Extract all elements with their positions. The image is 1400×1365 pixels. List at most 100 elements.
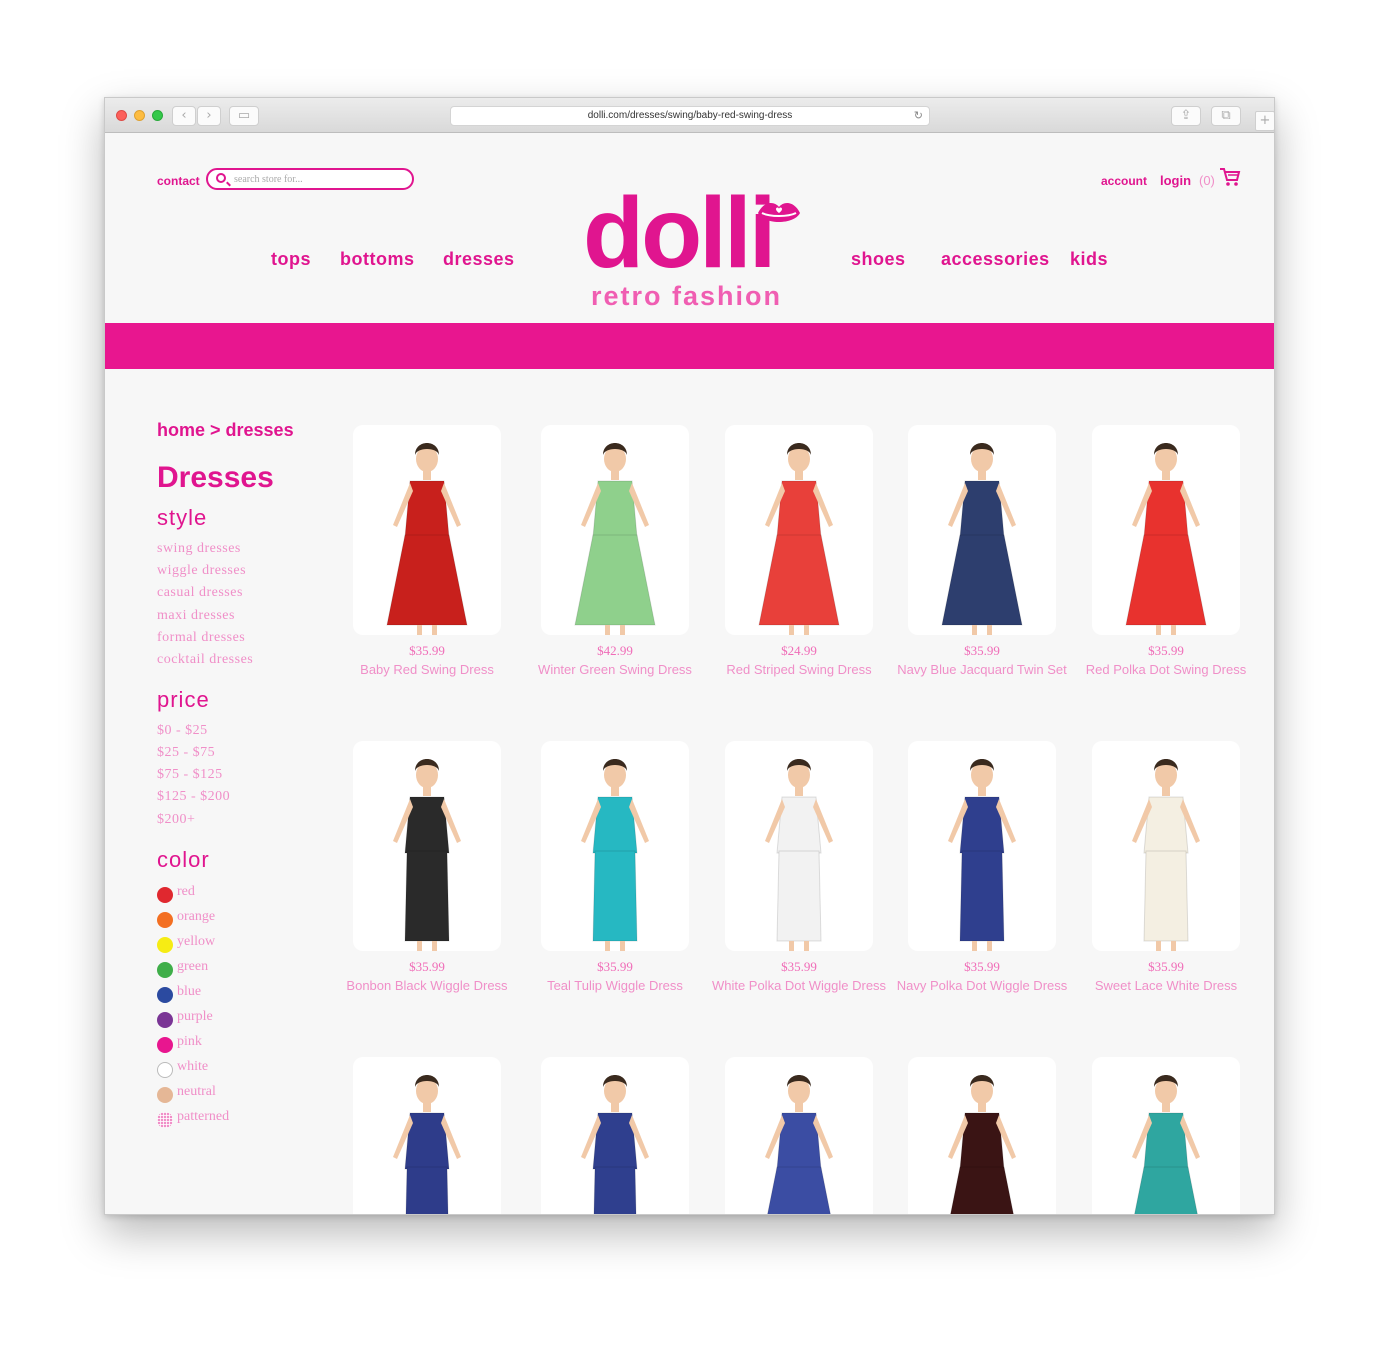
- color-swatch: [157, 1087, 173, 1103]
- close-window-button[interactable]: [116, 110, 127, 121]
- color-filter-label: neutral: [177, 1084, 216, 1099]
- product-price: $35.99: [964, 643, 1000, 658]
- product-name[interactable]: Bonbon Black Wiggle Dress: [333, 977, 521, 995]
- product-image[interactable]: [541, 741, 689, 951]
- product-image[interactable]: [908, 425, 1056, 635]
- product-name[interactable]: Red Polka Dot Swing Dress: [1072, 661, 1260, 679]
- color-swatch: [157, 912, 173, 928]
- price-heading: price: [157, 687, 210, 712]
- product-name[interactable]: Navy Blue Jacquard Twin Set: [888, 661, 1076, 679]
- logo-tagline: retro fashion: [591, 281, 783, 311]
- price-filter-link[interactable]: $75 - $125: [157, 767, 223, 783]
- search-input[interactable]: [234, 172, 404, 187]
- account-link[interactable]: account: [1101, 174, 1147, 188]
- product-name[interactable]: Baby Red Swing Dress: [333, 661, 521, 679]
- product-price: $35.99: [597, 959, 633, 974]
- cart-icon[interactable]: [1219, 167, 1241, 187]
- zoom-window-button[interactable]: [152, 110, 163, 121]
- color-swatch: [157, 1112, 173, 1128]
- share-icon[interactable]: ⇪: [1171, 106, 1201, 126]
- color-filter-label: purple: [177, 1009, 213, 1024]
- product-image[interactable]: [1092, 425, 1240, 635]
- login-link[interactable]: login: [1160, 173, 1191, 188]
- product-price: $35.99: [1148, 959, 1184, 974]
- web-page: contact account login (0) tops bottoms d…: [105, 133, 1274, 1214]
- color-swatch: [157, 1037, 173, 1053]
- style-filter-link[interactable]: wiggle dresses: [157, 563, 246, 579]
- product-name[interactable]: Red Striped Swing Dress: [705, 661, 893, 679]
- product-image[interactable]: [1092, 1057, 1240, 1214]
- product-image[interactable]: [725, 741, 873, 951]
- product-image[interactable]: [353, 425, 501, 635]
- color-swatch: [157, 962, 173, 978]
- minimize-window-button[interactable]: [134, 110, 145, 121]
- product-image[interactable]: [353, 741, 501, 951]
- price-filter-link[interactable]: $25 - $75: [157, 745, 215, 761]
- product-image[interactable]: [908, 741, 1056, 951]
- tabs-icon[interactable]: ⧉: [1211, 106, 1241, 126]
- product-price: $24.99: [781, 643, 817, 658]
- price-filter-link[interactable]: $0 - $25: [157, 723, 208, 739]
- nav-shoes[interactable]: shoes: [851, 249, 906, 270]
- product-image[interactable]: [353, 1057, 501, 1214]
- product-price: $35.99: [781, 959, 817, 974]
- sidebar-icon[interactable]: ▭: [229, 106, 259, 126]
- nav-bottoms[interactable]: bottoms: [340, 249, 415, 270]
- breadcrumb[interactable]: home > dresses: [157, 420, 294, 441]
- lips-icon: [758, 203, 800, 222]
- nav-kids[interactable]: kids: [1070, 249, 1108, 270]
- cart-count: (0): [1199, 173, 1215, 188]
- color-filter-label: patterned: [177, 1109, 230, 1124]
- page-title: Dresses: [157, 461, 274, 494]
- product-price: $35.99: [409, 959, 445, 974]
- reload-icon[interactable]: ↻: [914, 107, 923, 125]
- browser-toolbar: ‹ › ▭ dolli.com/dresses/swing/baby-red-s…: [105, 98, 1274, 133]
- color-swatch: [157, 887, 173, 903]
- color-filter-label: orange: [177, 909, 216, 924]
- product-name[interactable]: Navy Polka Dot Wiggle Dress: [888, 977, 1076, 995]
- product-name[interactable]: White Polka Dot Wiggle Dress: [705, 977, 893, 995]
- color-filter-label: red: [177, 884, 195, 899]
- product-image[interactable]: [725, 425, 873, 635]
- style-filter-link[interactable]: maxi dresses: [157, 608, 235, 624]
- price-filter-link[interactable]: $125 - $200: [157, 789, 230, 805]
- product-image[interactable]: [541, 425, 689, 635]
- address-bar[interactable]: dolli.com/dresses/swing/baby-red-swing-d…: [450, 106, 930, 126]
- product-price: $35.99: [409, 643, 445, 658]
- promo-banner: [105, 323, 1274, 369]
- product-price: $35.99: [964, 959, 1000, 974]
- color-filter-label: white: [177, 1059, 209, 1074]
- product-image[interactable]: [908, 1057, 1056, 1214]
- dolli-logo[interactable]: dolli retro fashion: [583, 177, 803, 311]
- back-icon[interactable]: ‹: [172, 106, 196, 126]
- product-name[interactable]: Sweet Lace White Dress: [1072, 977, 1260, 995]
- product-price: $35.99: [1148, 643, 1184, 658]
- nav-accessories[interactable]: accessories: [941, 249, 1050, 270]
- browser-window: ‹ › ▭ dolli.com/dresses/swing/baby-red-s…: [104, 97, 1275, 1215]
- url-text: dolli.com/dresses/swing/baby-red-swing-d…: [587, 110, 793, 121]
- contact-link[interactable]: contact: [157, 174, 200, 188]
- price-filter-link[interactable]: $200+: [157, 812, 195, 828]
- logo-wordmark: dolli: [583, 177, 777, 289]
- search-box[interactable]: [206, 168, 414, 190]
- product-image[interactable]: [725, 1057, 873, 1214]
- color-filter-label: pink: [177, 1034, 202, 1049]
- product-image[interactable]: [1092, 741, 1240, 951]
- forward-icon[interactable]: ›: [197, 106, 221, 126]
- nav-dresses[interactable]: dresses: [443, 249, 515, 270]
- color-swatch: [157, 1062, 173, 1078]
- color-heading: color: [157, 847, 210, 872]
- product-name[interactable]: Winter Green Swing Dress: [521, 661, 709, 679]
- product-price: $42.99: [597, 643, 633, 658]
- product-image[interactable]: [541, 1057, 689, 1214]
- color-filter-label: green: [177, 959, 209, 974]
- product-name[interactable]: Teal Tulip Wiggle Dress: [521, 977, 709, 995]
- style-filter-link[interactable]: swing dresses: [157, 541, 241, 557]
- style-filter-link[interactable]: formal dresses: [157, 630, 245, 646]
- color-filter-label: blue: [177, 984, 202, 999]
- style-filter-link[interactable]: cocktail dresses: [157, 652, 253, 668]
- color-swatch: [157, 937, 173, 953]
- new-tab-icon[interactable]: +: [1255, 111, 1274, 131]
- nav-tops[interactable]: tops: [271, 249, 311, 270]
- style-filter-link[interactable]: casual dresses: [157, 585, 243, 601]
